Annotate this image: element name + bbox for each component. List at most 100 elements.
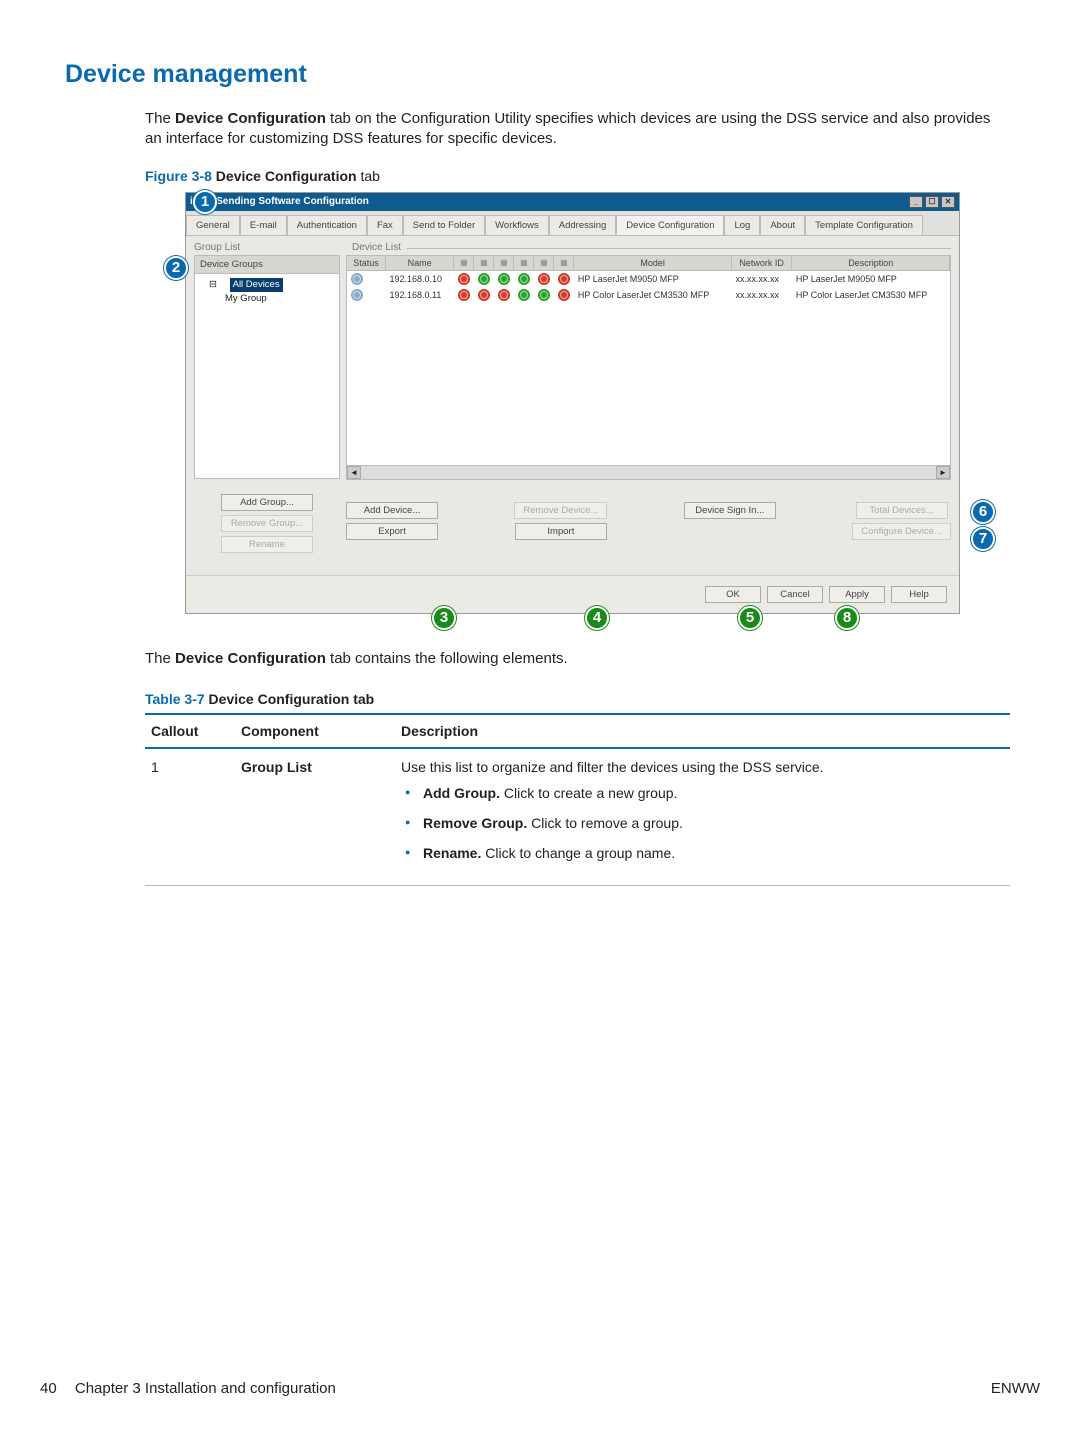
bullet-rest: Click to change a group name.: [481, 845, 675, 861]
configure-device-button[interactable]: Configure Device...: [852, 523, 951, 540]
col-model[interactable]: Model: [574, 256, 732, 271]
device-table: Status Name ▦ ▦ ▦ ▦ ▦ ▦ Model Network ID: [347, 256, 950, 303]
callout-5: 5: [738, 606, 762, 630]
cell-model: HP LaserJet M9050 MFP: [574, 270, 732, 287]
ok-button[interactable]: OK: [705, 586, 761, 603]
device-sign-in-button[interactable]: Device Sign In...: [684, 502, 776, 519]
callout-7: 7: [971, 527, 995, 551]
tab-about[interactable]: About: [760, 215, 805, 235]
mid-panel: Device Groups ⊟ All Devices My Group Sta…: [186, 255, 959, 486]
table-caption: Table 3-7 Device Configuration tab: [145, 691, 1040, 707]
bullet-bold: Rename.: [423, 845, 481, 861]
bullet-bold: Remove Group.: [423, 815, 527, 831]
horizontal-scrollbar[interactable]: ◄ ►: [347, 465, 950, 479]
tab-addressing[interactable]: Addressing: [549, 215, 617, 235]
table-row: 1 Group List Use this list to organize a…: [145, 748, 1010, 886]
col-description[interactable]: Description: [792, 256, 950, 271]
import-button[interactable]: Import: [515, 523, 607, 540]
callout-4: 4: [585, 606, 609, 630]
cell-description: HP Color LaserJet CM3530 MFP: [792, 287, 950, 303]
bullet-rest: Click to create a new group.: [500, 785, 677, 801]
tab-send-to-folder[interactable]: Send to Folder: [403, 215, 485, 235]
th-callout: Callout: [145, 714, 235, 748]
cell-network: xx.xx.xx.xx: [731, 270, 791, 287]
col-icon-5[interactable]: ▦: [534, 256, 554, 271]
tab-email[interactable]: E-mail: [240, 215, 287, 235]
group-buttons: Add Group... Remove Group... Rename: [194, 494, 340, 553]
device-groups-tree[interactable]: ⊟ All Devices My Group: [194, 274, 340, 479]
tree-header: Device Groups: [194, 255, 340, 274]
add-group-button[interactable]: Add Group...: [221, 494, 313, 511]
cell-model: HP Color LaserJet CM3530 MFP: [574, 287, 732, 303]
rename-button[interactable]: Rename: [221, 536, 313, 553]
remove-group-button[interactable]: Remove Group...: [221, 515, 313, 532]
section-heading: Device management: [65, 60, 1040, 89]
feature-status-icon: [538, 273, 550, 285]
feature-status-icon: [518, 273, 530, 285]
group-list-pane: Device Groups ⊟ All Devices My Group: [186, 255, 346, 486]
help-button[interactable]: Help: [891, 586, 947, 603]
col-name[interactable]: Name: [385, 256, 453, 271]
col-icon-6[interactable]: ▦: [554, 256, 574, 271]
tree-toggle-icon[interactable]: ⊟: [209, 279, 220, 290]
callout-2: 2: [164, 256, 188, 280]
table-row[interactable]: 192.168.0.10 HP LaserJet M9050 MFP xx.xx…: [347, 270, 950, 287]
minimize-button[interactable]: _: [909, 196, 923, 208]
table-title: Device Configuration tab: [205, 691, 375, 707]
feature-status-icon: [478, 289, 490, 301]
maximize-button[interactable]: ☐: [925, 196, 939, 208]
feature-status-icon: [478, 273, 490, 285]
chapter-label: Chapter 3 Installation and configuration: [75, 1380, 336, 1397]
tab-fax[interactable]: Fax: [367, 215, 403, 235]
cell-component: Group List: [235, 748, 395, 886]
page-number: 40: [40, 1380, 57, 1397]
tab-device-configuration[interactable]: Device Configuration: [616, 215, 724, 235]
col-status[interactable]: Status: [347, 256, 385, 271]
tab-general[interactable]: General: [186, 215, 240, 235]
device-table-wrap: Status Name ▦ ▦ ▦ ▦ ▦ ▦ Model Network ID: [346, 255, 951, 480]
device-buttons-row: Add Device... Export Remove Device... Im…: [346, 502, 951, 540]
scroll-left-button[interactable]: ◄: [347, 466, 361, 479]
col-icon-2[interactable]: ▦: [474, 256, 494, 271]
cell-description: HP LaserJet M9050 MFP: [792, 270, 950, 287]
col-icon-1[interactable]: ▦: [454, 256, 474, 271]
cell-name: 192.168.0.11: [385, 287, 453, 303]
list-item: Remove Group. Click to remove a group.: [401, 815, 1004, 831]
cancel-button[interactable]: Cancel: [767, 586, 823, 603]
window-controls: _ ☐ ✕: [909, 196, 955, 208]
col-icon-4[interactable]: ▦: [514, 256, 534, 271]
feature-status-icon: [558, 273, 570, 285]
feature-status-icon: [518, 289, 530, 301]
scroll-right-button[interactable]: ►: [936, 466, 950, 479]
bullet-bold: Add Group.: [423, 785, 500, 801]
tree-node-my-group[interactable]: My Group: [225, 292, 335, 306]
remove-device-button[interactable]: Remove Device...: [514, 502, 607, 519]
tab-authentication[interactable]: Authentication: [287, 215, 367, 235]
total-devices-button[interactable]: Total Devices...: [856, 502, 948, 519]
table-row[interactable]: 192.168.0.11 HP Color LaserJet CM3530 MF…: [347, 287, 950, 303]
table-number: Table 3-7: [145, 691, 205, 707]
text: The: [145, 110, 175, 127]
footer-right: ENWW: [991, 1380, 1040, 1397]
tab-template-configuration[interactable]: Template Configuration: [805, 215, 923, 235]
feature-status-icon: [558, 289, 570, 301]
tree-node-all-devices[interactable]: All Devices: [230, 278, 283, 292]
tab-log[interactable]: Log: [724, 215, 760, 235]
list-item: Rename. Click to change a group name.: [401, 845, 1004, 861]
feature-status-icon: [498, 273, 510, 285]
status-icon: [351, 289, 363, 301]
callout-8: 8: [835, 606, 859, 630]
col-network[interactable]: Network ID: [731, 256, 791, 271]
tab-bar: General E-mail Authentication Fax Send t…: [186, 211, 959, 236]
export-button[interactable]: Export: [346, 523, 438, 540]
apply-button[interactable]: Apply: [829, 586, 885, 603]
close-button[interactable]: ✕: [941, 196, 955, 208]
col-icon-3[interactable]: ▦: [494, 256, 514, 271]
cell-callout: 1: [145, 748, 235, 886]
add-device-button[interactable]: Add Device...: [346, 502, 438, 519]
feature-status-icon: [458, 289, 470, 301]
tab-workflows[interactable]: Workflows: [485, 215, 549, 235]
desc-text: Use this list to organize and filter the…: [401, 759, 824, 775]
th-component: Component: [235, 714, 395, 748]
text-bold: Device Configuration: [175, 110, 326, 127]
